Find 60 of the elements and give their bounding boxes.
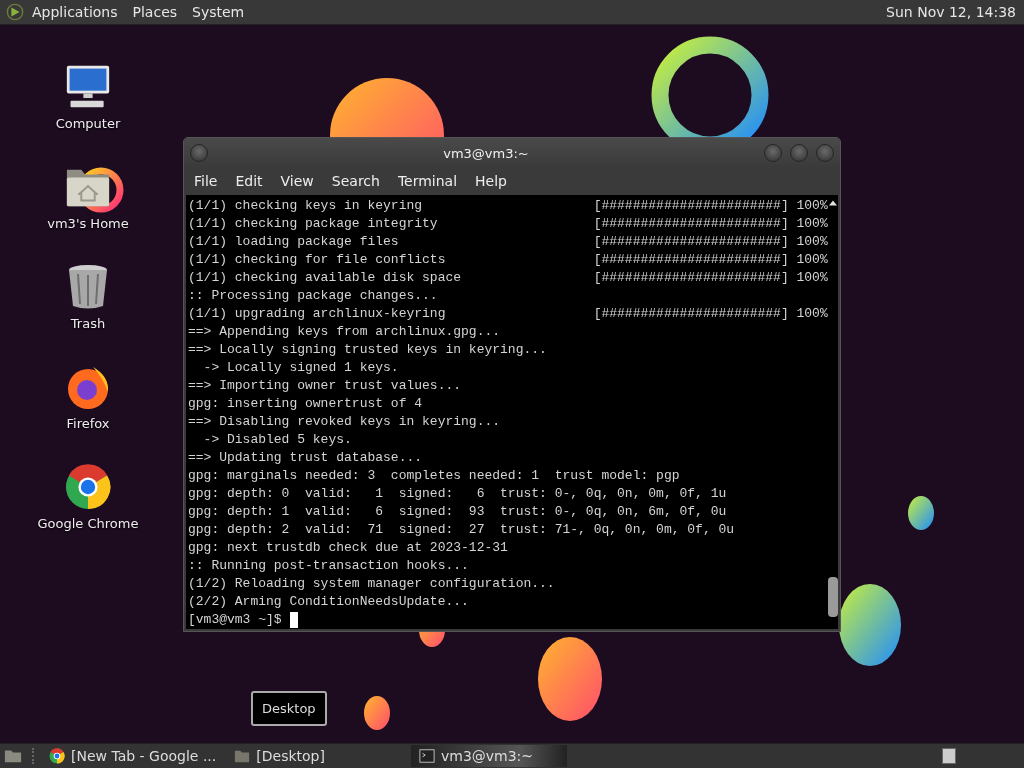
scroll-up-icon[interactable] xyxy=(827,199,838,206)
terminal-line: (1/1) loading package files [#######################] 100% xyxy=(188,233,828,251)
terminal-line: ==> Importing owner trust values... xyxy=(188,377,463,395)
terminal-line: (1/1) upgrading archlinux-keyring [#######################] 100% xyxy=(188,305,828,323)
text-cursor xyxy=(289,612,298,628)
panel-menu[interactable]: Places xyxy=(132,4,178,20)
terminal-line: (1/1) checking available disk space [#######################] 100% xyxy=(188,269,828,287)
menu-logo-icon[interactable] xyxy=(6,3,24,21)
terminal-line: ==> Locally signing trusted keys in keyring... xyxy=(188,341,548,359)
show-desktop-icon[interactable] xyxy=(4,748,22,764)
menu-item[interactable]: Terminal xyxy=(397,173,458,189)
terminal-line: -> Locally signed 1 keys. xyxy=(202,359,400,377)
workspace-switcher[interactable] xyxy=(942,748,956,764)
taskbar-button[interactable]: [Desktop] xyxy=(232,745,333,767)
terminal-line: ==> Appending keys from archlinux.gpg... xyxy=(188,323,502,341)
terminal-line: (1/2) Reloading system manager configuration... xyxy=(188,575,556,593)
scrollbar-thumb[interactable] xyxy=(827,577,838,617)
desktop-icon-label[interactable]: Computer xyxy=(55,116,121,131)
terminal-line: gpg: depth: 0 valid: 1 signed: 6 trust: 0-, 0q, 0n, 0m, 0f, 1u xyxy=(188,485,728,503)
terminal-line: gpg: next trustdb check due at 2023-12-31 xyxy=(188,539,509,557)
tooltip: Desktop xyxy=(251,691,327,726)
terminal-line: :: Processing package changes... xyxy=(188,287,439,305)
taskbar-button[interactable]: vm3@vm3:~ xyxy=(410,745,567,767)
chrome-icon xyxy=(49,748,65,764)
terminal-line: gpg: inserting ownertrust of 4 xyxy=(188,395,424,413)
terminal-line: (1/1) checking package integrity [#######################] 100% xyxy=(188,215,828,233)
terminal-line: (1/1) checking keys in keyring [#######################] 100% xyxy=(188,197,828,215)
desktop-icon-label[interactable]: vm3's Home xyxy=(47,216,129,231)
menu-item[interactable]: Edit xyxy=(235,173,263,189)
terminal-line: (2/2) Arming ConditionNeedsUpdate... xyxy=(188,593,470,611)
terminal-line: gpg: depth: 1 valid: 6 signed: 93 trust: 0-, 0q, 0n, 6m, 0f, 0u xyxy=(188,503,728,521)
folder-icon xyxy=(234,748,251,764)
chrome-icon[interactable] xyxy=(64,464,112,510)
terminal-line: (1/1) checking for file conflicts [#######################] 100% xyxy=(188,251,828,269)
terminal-icon xyxy=(418,748,435,764)
menu-item[interactable]: Help xyxy=(475,173,507,189)
terminal-line: ==> Disabling revoked keys in keyring... xyxy=(188,413,502,431)
clock[interactable]: Sun Nov 12, 14:38 xyxy=(886,4,1016,20)
terminal-line: gpg: marginals needed: 3 completes needed: 1 trust model: pgp xyxy=(188,467,681,485)
maximize-button[interactable] xyxy=(790,144,808,162)
desktop-icon-label[interactable]: Trash xyxy=(70,316,106,331)
terminal-line: ==> Updating trust database... xyxy=(188,449,424,467)
window-title: vm3@vm3:~ xyxy=(442,145,530,161)
close-button[interactable] xyxy=(816,144,834,162)
menu-item[interactable]: File xyxy=(194,173,218,189)
minimize-button[interactable] xyxy=(764,144,782,162)
panel-menu[interactable]: System xyxy=(192,4,245,20)
computer-icon[interactable] xyxy=(64,64,112,110)
desktop-icon-label[interactable]: Google Chrome xyxy=(37,516,139,531)
desktop-icon-label[interactable]: Firefox xyxy=(66,416,110,431)
menu-item[interactable]: Search xyxy=(331,173,380,189)
terminal-line: -> Disabled 5 keys. xyxy=(202,431,353,449)
terminal-line: :: Running post-transaction hooks... xyxy=(188,557,470,575)
window-menu-button[interactable] xyxy=(190,144,208,162)
panel-handle[interactable] xyxy=(32,748,37,764)
shell-prompt: [vm3@vm3 ~]$ xyxy=(188,611,282,629)
terminal-line: gpg: depth: 2 valid: 71 signed: 27 trust: 71-, 0q, 0n, 0m, 0f, 0u xyxy=(188,521,736,539)
taskbar-button[interactable]: [New Tab - Google ... xyxy=(47,745,225,767)
panel-menu[interactable]: Applications xyxy=(32,4,118,20)
menu-item[interactable]: View xyxy=(280,173,314,189)
